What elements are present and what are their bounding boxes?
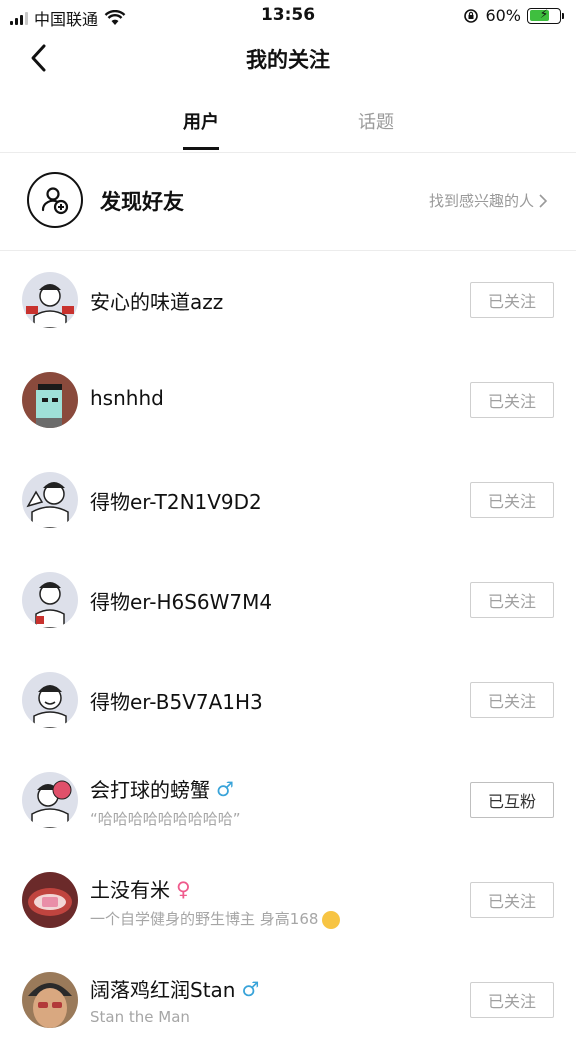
nav-bar: 我的关注 — [0, 32, 576, 86]
following-button[interactable]: 已关注 — [470, 382, 554, 418]
following-button[interactable]: 已关注 — [470, 682, 554, 718]
user-name-text: 阔落鸡红润Stan — [90, 978, 236, 1002]
status-bar: 中国联通 13:56 60% ⚡ — [0, 0, 576, 32]
user-name-text: 得物er-H6S6W7M4 — [90, 590, 273, 614]
mutual-follow-button[interactable]: 已互粉 — [470, 782, 554, 818]
user-name-text: 得物er-B5V7A1H3 — [90, 690, 263, 714]
avatar[interactable] — [22, 272, 78, 328]
user-name-text: 得物er-T2N1V9D2 — [90, 490, 262, 514]
user-bio: Stan the Man — [90, 1008, 190, 1026]
user-row[interactable]: 阔落鸡红润Stan ♂ Stan the Man 已关注 — [0, 950, 576, 1050]
user-row[interactable]: 得物er-T2N1V9D2 已关注 — [0, 450, 576, 550]
user-name: 得物er-B5V7A1H3 — [90, 686, 263, 715]
user-name-text: hsnhhd — [90, 386, 164, 410]
tab-topics[interactable]: 话题 — [336, 108, 416, 134]
page-title: 我的关注 — [246, 48, 330, 72]
starstruck-emoji-icon — [322, 910, 341, 929]
following-button[interactable]: 已关注 — [470, 282, 554, 318]
avatar[interactable] — [22, 672, 78, 728]
user-row[interactable]: 土没有米 ♀ 一个自学健身的野生博主 身高168 已关注 — [0, 850, 576, 950]
user-name: 安心的味道azz — [90, 286, 223, 315]
user-name-text: 安心的味道azz — [90, 290, 224, 314]
orientation-lock-icon — [464, 8, 479, 23]
user-name: 得物er-H6S6W7M4 — [90, 586, 272, 615]
female-gender-icon: ♀ — [176, 876, 191, 901]
following-button[interactable]: 已关注 — [470, 482, 554, 518]
user-name: 土没有米 ♀ — [90, 874, 191, 903]
battery-tip — [562, 12, 564, 19]
active-tab-indicator — [183, 147, 219, 150]
battery-icon: ⚡ — [527, 7, 561, 24]
following-list: 安心的味道azz 已关注 hsnhhd 已关注 得物er-T2N1V9D2 已关… — [0, 250, 576, 1050]
user-row[interactable]: 得物er-B5V7A1H3 已关注 — [0, 650, 576, 750]
discover-hint-text: 找到感兴趣的人 — [428, 192, 534, 210]
add-user-icon — [27, 172, 83, 228]
male-gender-icon: ♂ — [216, 776, 234, 801]
chevron-right-icon — [539, 193, 548, 208]
avatar[interactable] — [22, 572, 78, 628]
user-bio: “哈哈哈哈哈哈哈哈哈” — [90, 810, 241, 828]
user-row[interactable]: 安心的味道azz 已关注 — [0, 250, 576, 350]
user-name: 阔落鸡红润Stan ♂ — [90, 974, 259, 1003]
user-bio-text: 一个自学健身的野生博主 身高168 — [90, 910, 319, 928]
user-row[interactable]: 会打球的螃蟹 ♂ “哈哈哈哈哈哈哈哈哈” 已互粉 — [0, 750, 576, 850]
following-button[interactable]: 已关注 — [470, 582, 554, 618]
avatar[interactable] — [22, 872, 78, 928]
discover-hint[interactable]: 找到感兴趣的人 — [429, 190, 548, 211]
user-name: 会打球的螃蟹 ♂ — [90, 774, 234, 803]
status-right: 60% ⚡ — [463, 6, 564, 25]
tab-users[interactable]: 用户 — [161, 108, 241, 134]
user-row[interactable]: hsnhhd 已关注 — [0, 350, 576, 450]
avatar[interactable] — [22, 472, 78, 528]
user-name: hsnhhd — [90, 386, 164, 410]
tab-bar: 用户 话题 — [0, 96, 576, 153]
user-bio: 一个自学健身的野生博主 身高168 — [90, 908, 341, 929]
avatar[interactable] — [22, 772, 78, 828]
user-name-text: 土没有米 — [90, 878, 170, 902]
male-gender-icon: ♂ — [241, 976, 260, 1001]
discover-title: 发现好友 — [100, 190, 184, 214]
user-row[interactable]: 得物er-H6S6W7M4 已关注 — [0, 550, 576, 650]
battery-percent: 60% — [485, 6, 521, 25]
following-button[interactable]: 已关注 — [470, 882, 554, 918]
user-name-text: 会打球的螃蟹 — [90, 778, 210, 802]
user-name: 得物er-T2N1V9D2 — [90, 486, 262, 515]
following-button[interactable]: 已关注 — [470, 982, 554, 1018]
discover-friends-row[interactable]: 发现好友 找到感兴趣的人 — [0, 152, 576, 251]
avatar[interactable] — [22, 972, 78, 1028]
avatar[interactable] — [22, 372, 78, 428]
